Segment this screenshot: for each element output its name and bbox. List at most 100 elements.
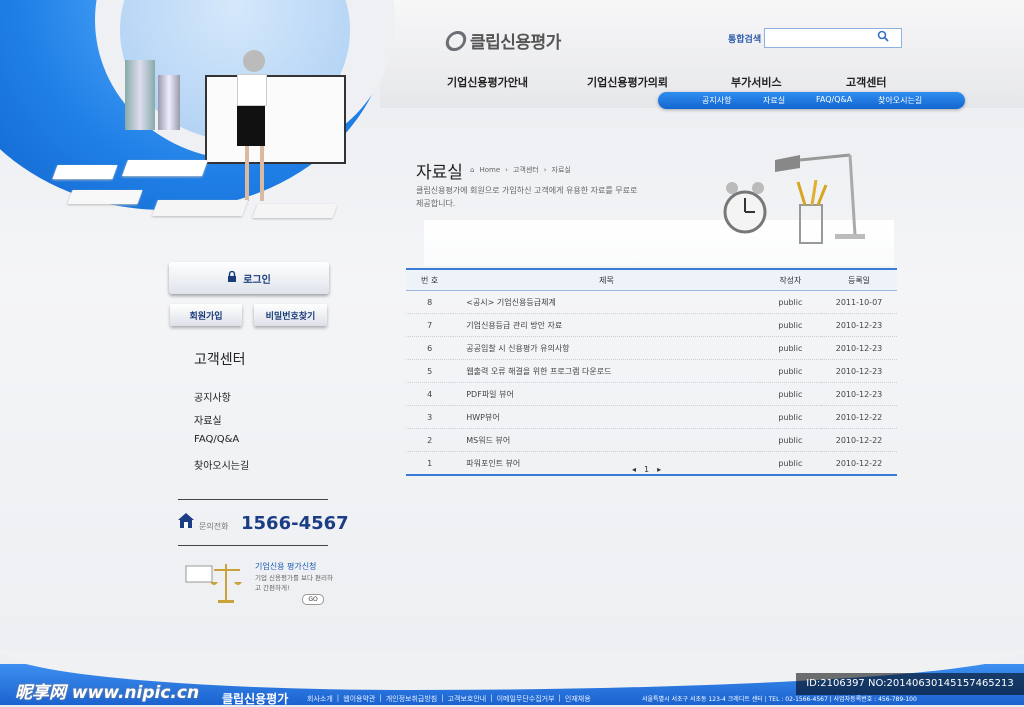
row-number: 2 xyxy=(406,428,454,452)
footer-separator: | xyxy=(441,694,444,702)
page-title: 자료실 xyxy=(416,163,463,183)
page-description: 클립신용평가에 회원으로 가입하신 고객에게 유용한 자료를 무료로 제공합니다… xyxy=(416,186,638,208)
sidebar-item-archive[interactable]: 자료실 xyxy=(194,412,222,427)
table-row[interactable]: 4 PDF파일 뷰어 public 2010-12-23 xyxy=(406,382,897,406)
row-title-link[interactable]: 웹출력 오류 해결을 위한 프로그램 다운로드 xyxy=(453,359,760,383)
row-author: public xyxy=(759,290,821,314)
row-author: public xyxy=(759,428,821,452)
home-icon: ⌂ xyxy=(470,166,475,174)
nav-corporate-rating-guide[interactable]: 기업신용평가안내 xyxy=(447,74,528,90)
footer-link[interactable]: 인재채용 xyxy=(565,694,591,704)
row-title-link[interactable]: 기업신용등급 관리 방안 자료 xyxy=(453,313,760,337)
footer-link[interactable]: 회사소개 xyxy=(307,694,333,704)
divider xyxy=(178,545,328,546)
row-number: 4 xyxy=(406,382,454,406)
row-date: 2010-12-22 xyxy=(821,451,897,476)
watermark-right: ID:2106397 NO:20140630145157465213 xyxy=(796,673,1024,695)
nav-rating-request[interactable]: 기업신용평가의뢰 xyxy=(587,74,668,90)
row-title-link[interactable]: <공시> 기업신용등급체계 xyxy=(453,290,760,314)
subnav-archive[interactable]: 자료실 xyxy=(763,95,785,106)
row-number: 1 xyxy=(406,451,454,476)
row-title-link[interactable]: 공공입찰 시 신용평가 유의사항 xyxy=(453,336,760,360)
footer-link[interactable]: 이메일무단수집거부 xyxy=(497,694,555,704)
table-row[interactable]: 8 <공시> 기업신용등급체계 public 2011-10-07 xyxy=(406,290,897,314)
row-date: 2011-10-07 xyxy=(821,290,897,314)
footer-separator: | xyxy=(336,694,340,702)
row-number: 6 xyxy=(406,336,454,360)
row-author: public xyxy=(759,336,821,360)
row-number: 5 xyxy=(406,359,454,383)
footer-address: 서울특별시 서초구 서초동 123-4 크레디트 센터 | TEL : 02-1… xyxy=(642,696,917,703)
next-page-icon[interactable]: ▸ xyxy=(657,465,661,474)
archive-table: 번 호 제목 작성자 등록일 8 <공시> 기업신용등급체계 public 2011-… xyxy=(406,268,897,476)
row-date: 2010-12-23 xyxy=(821,382,897,406)
house-icon xyxy=(177,512,195,533)
chevron-right-icon: › xyxy=(505,166,508,174)
footer-link[interactable]: 개인정보취급방침 xyxy=(386,694,438,704)
nav-additional-services[interactable]: 부가서비스 xyxy=(731,74,782,90)
page-current[interactable]: 1 xyxy=(644,465,649,474)
breadcrumb-current: 자료실 xyxy=(551,166,571,174)
prev-page-icon[interactable]: ◂ xyxy=(632,465,636,474)
sidebar-item-notice[interactable]: 공지사항 xyxy=(194,389,231,404)
site-logo[interactable]: 클립신용평가 xyxy=(443,28,561,53)
row-author: public xyxy=(759,451,821,476)
table-row[interactable]: 7 기업신용등급 관리 방안 자료 public 2010-12-23 xyxy=(406,313,897,337)
footer-separator: | xyxy=(490,694,493,702)
watermark-left: 昵享网 www.nipic.cn xyxy=(15,683,200,703)
join-button[interactable]: 회원가입 xyxy=(170,304,242,326)
footer-links: 회사소개 | 웹이용약관 | 개인정보취급방침 | 고객보호안내 | 이메일무단… xyxy=(307,694,591,704)
breadcrumb: ⌂ Home › 고객센터 › 자료실 xyxy=(470,165,571,175)
search-icon[interactable] xyxy=(877,30,889,45)
row-date: 2010-12-23 xyxy=(821,336,897,360)
column-number: 번 호 xyxy=(406,268,454,291)
column-author: 작성자 xyxy=(759,268,821,291)
table-row[interactable]: 3 HWP뷰어 public 2010-12-22 xyxy=(406,405,897,429)
footer-link[interactable]: 고객보호안내 xyxy=(448,694,487,704)
breadcrumb-customer-center[interactable]: 고객센터 xyxy=(513,165,539,175)
row-date: 2010-12-23 xyxy=(821,313,897,337)
row-author: public xyxy=(759,359,821,383)
login-button[interactable]: 로그인 xyxy=(169,262,329,294)
row-title-link[interactable]: HWP뷰어 xyxy=(453,405,760,429)
row-date: 2010-12-22 xyxy=(821,405,897,429)
breadcrumb-home[interactable]: Home xyxy=(479,166,500,174)
sidebar-item-faq[interactable]: FAQ/Q&A xyxy=(194,434,239,445)
footer-separator: | xyxy=(558,694,561,702)
go-button[interactable]: GO xyxy=(302,594,324,605)
footer-link[interactable]: 웹이용약관 xyxy=(343,694,375,704)
nav-customer-center[interactable]: 고객센터 xyxy=(846,74,886,90)
apply-title[interactable]: 기업신용 평가신청 xyxy=(255,561,316,572)
row-title-link[interactable]: PDF파일 뷰어 xyxy=(453,382,760,406)
pagination: ◂ 1 ▸ xyxy=(632,465,661,474)
login-label: 로그인 xyxy=(243,274,271,286)
row-date: 2010-12-22 xyxy=(821,428,897,452)
phone-number: 1566-4567 xyxy=(241,513,349,534)
divider xyxy=(178,499,328,500)
subnav-directions[interactable]: 찾아오시는길 xyxy=(878,95,922,106)
row-author: public xyxy=(759,405,821,429)
row-number: 8 xyxy=(406,290,454,314)
column-date: 등록일 xyxy=(821,268,897,291)
logo-mark-icon xyxy=(443,30,469,51)
table-row[interactable]: 5 웹출력 오류 해결을 위한 프로그램 다운로드 public 2010-12-23 xyxy=(406,359,897,383)
column-title: 제목 xyxy=(453,268,760,291)
search-label: 통합검색 xyxy=(728,35,762,45)
subnav-faq[interactable]: FAQ/Q&A xyxy=(816,95,852,104)
row-title-link[interactable]: 파워포인트 뷰어 xyxy=(453,451,760,476)
row-date: 2010-12-23 xyxy=(821,359,897,383)
logo-text: 클립신용평가 xyxy=(470,33,561,53)
lock-icon xyxy=(227,270,237,285)
row-title-link[interactable]: MS워드 뷰어 xyxy=(453,428,760,452)
phone-label: 문의전화 xyxy=(199,522,229,531)
row-number: 7 xyxy=(406,313,454,337)
sidebar-item-directions[interactable]: 찾아오시는길 xyxy=(194,457,249,472)
sidebar-section-title: 고객센터 xyxy=(194,352,246,368)
subnav-notice[interactable]: 공지사항 xyxy=(702,95,731,106)
row-author: public xyxy=(759,382,821,406)
desk-illustration xyxy=(720,150,890,250)
table-row[interactable]: 6 공공입찰 시 신용평가 유의사항 public 2010-12-23 xyxy=(406,336,897,360)
find-password-button[interactable]: 비밀번호찾기 xyxy=(254,304,327,326)
scales-icon xyxy=(180,560,250,610)
table-row[interactable]: 2 MS워드 뷰어 public 2010-12-22 xyxy=(406,428,897,452)
